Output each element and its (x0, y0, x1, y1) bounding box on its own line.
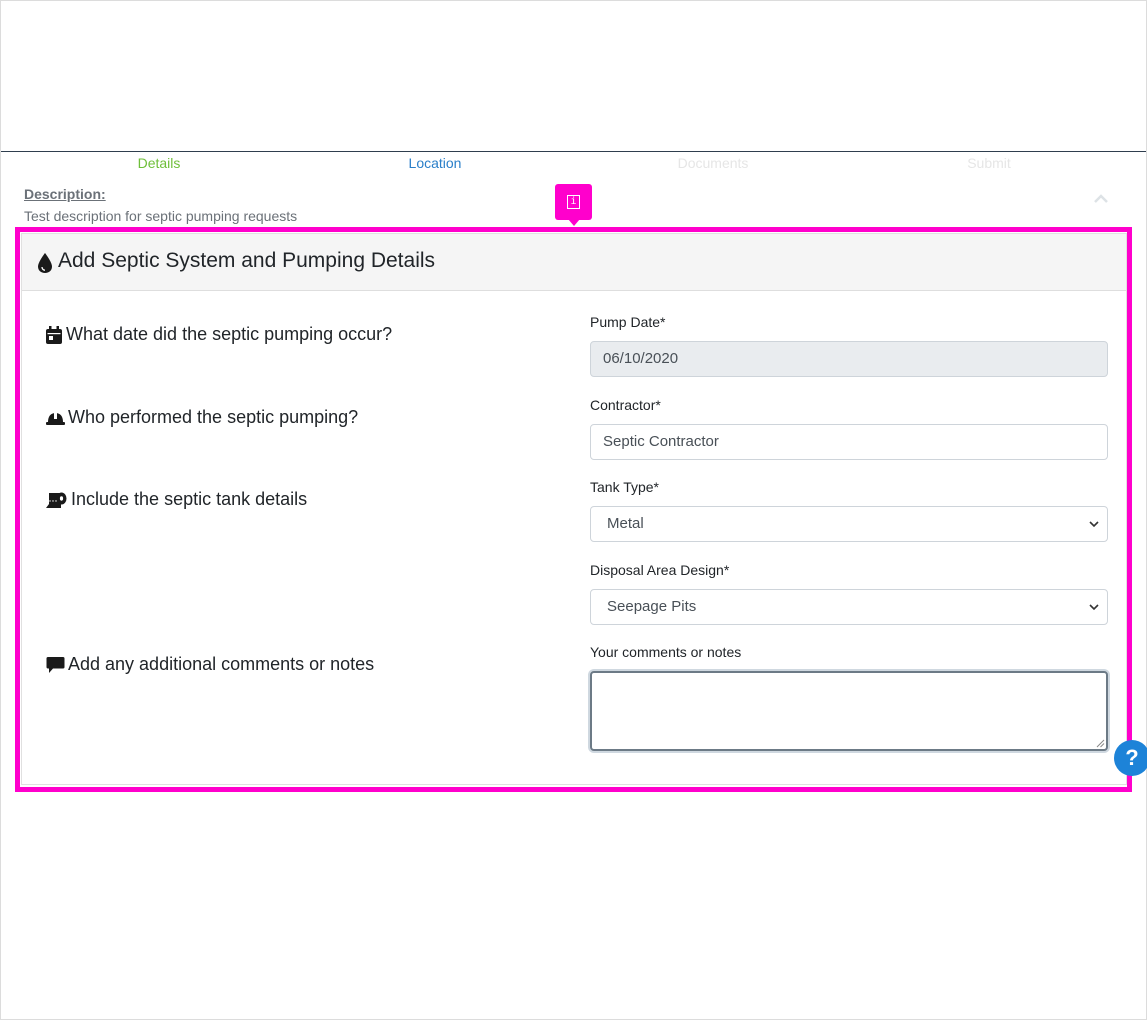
step-submit[interactable]: Submit (909, 155, 1069, 171)
chevron-up-icon[interactable] (1093, 192, 1109, 204)
chevron-down-icon (1089, 521, 1099, 528)
question-tank-details-text: Include the septic tank details (71, 489, 308, 509)
disposal-area-value: Seepage Pits (607, 598, 697, 615)
contractor-value: Septic Contractor (603, 433, 719, 450)
toilet-paper-icon (46, 492, 67, 508)
step-location[interactable]: Location (355, 155, 515, 171)
hard-hat-icon (46, 413, 65, 425)
step-documents[interactable]: Documents (633, 155, 793, 171)
resize-grip-icon[interactable] (1096, 739, 1105, 748)
card-title: Add Septic System and Pumping Details (58, 249, 436, 272)
tank-type-select[interactable]: Metal (590, 506, 1108, 542)
step-submit-label: Submit (967, 155, 1011, 171)
info-tag[interactable]: i (555, 184, 592, 226)
septic-details-card: Add Septic System and Pumping Details Wh… (21, 233, 1127, 785)
comment-icon (46, 657, 65, 673)
tank-type-value: Metal (607, 515, 644, 532)
card-header: Add Septic System and Pumping Details (22, 234, 1126, 291)
disposal-area-label: Disposal Area Design* (590, 562, 730, 578)
chevron-down-icon (1089, 604, 1099, 611)
comments-label: Your comments or notes (590, 644, 742, 660)
pump-date-label: Pump Date* (590, 314, 666, 330)
pump-date-field[interactable]: 06/10/2020 (590, 341, 1108, 377)
contractor-field[interactable]: Septic Contractor (590, 424, 1108, 460)
help-button[interactable]: ? (1114, 740, 1147, 776)
disposal-area-select[interactable]: Seepage Pits (590, 589, 1108, 625)
info-icon: i (567, 195, 580, 209)
comments-textarea[interactable] (590, 671, 1108, 751)
header-divider (1, 151, 1146, 152)
description-label: Description: (24, 186, 106, 202)
question-contractor-text: Who performed the septic pumping? (68, 407, 359, 427)
step-documents-label: Documents (677, 155, 749, 171)
pump-date-value: 06/10/2020 (603, 350, 679, 367)
tank-type-label: Tank Type* (590, 479, 660, 495)
step-details[interactable]: Details (79, 155, 239, 171)
question-comments-text: Add any additional comments or notes (68, 654, 375, 674)
step-details-label: Details (137, 155, 181, 171)
water-drop-icon (38, 253, 52, 273)
question-pump-date-text: What date did the septic pumping occur? (66, 324, 393, 344)
question-icon: ? (1125, 745, 1139, 770)
calendar-icon (46, 326, 62, 344)
contractor-label: Contractor* (590, 397, 661, 413)
description-text: Test description for septic pumping requ… (24, 208, 298, 224)
step-location-label: Location (408, 155, 462, 171)
